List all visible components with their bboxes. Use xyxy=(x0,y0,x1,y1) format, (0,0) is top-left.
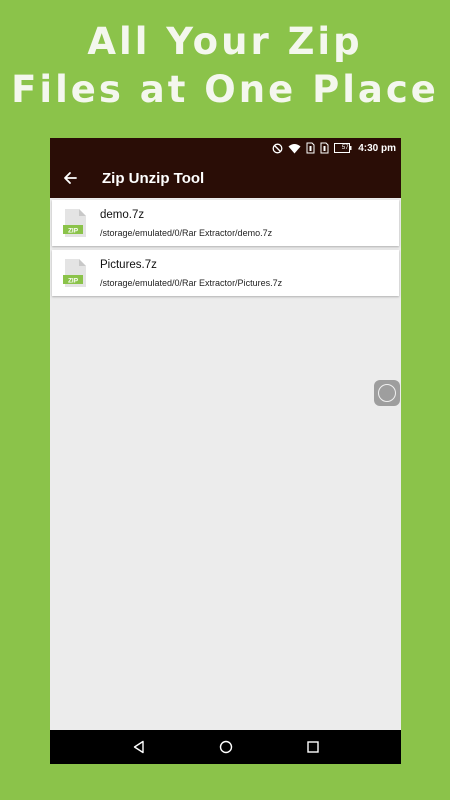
file-path: /storage/emulated/0/Rar Extractor/Pictur… xyxy=(100,278,283,288)
headline-line-1: All Your Zip xyxy=(87,20,363,63)
zip-icon-label: ZIP xyxy=(68,277,79,284)
do-not-disturb-icon xyxy=(272,143,283,154)
wifi-icon xyxy=(288,143,301,154)
back-arrow-icon[interactable] xyxy=(50,158,90,198)
file-item-demo[interactable]: ZIP demo.7z /storage/emulated/0/Rar Extr… xyxy=(52,200,399,246)
assistive-circle-icon xyxy=(378,384,396,402)
zip-icon-label: ZIP xyxy=(68,227,79,234)
recents-square-icon[interactable] xyxy=(298,732,328,762)
headline-line-2: Files at One Place xyxy=(11,68,439,111)
file-name: Pictures.7z xyxy=(100,259,157,271)
file-name: demo.7z xyxy=(100,209,145,221)
home-circle-icon[interactable] xyxy=(211,732,241,762)
battery-level: 57 xyxy=(341,145,349,151)
zip-file-icon: ZIP xyxy=(52,200,98,246)
back-triangle-icon[interactable] xyxy=(124,732,154,762)
toolbar-title: Zip Unzip Tool xyxy=(102,169,205,187)
file-list: ZIP demo.7z /storage/emulated/0/Rar Extr… xyxy=(50,198,401,296)
promo-headline: All Your Zip Files at One Place xyxy=(0,18,450,114)
file-item-pictures[interactable]: ZIP Pictures.7z /storage/emulated/0/Rar … xyxy=(52,250,399,296)
phone-screen: 57 4:30 pm Zip Unzip Tool ZIP demo.7z /s… xyxy=(50,138,401,764)
floating-assistive-button[interactable] xyxy=(374,380,400,406)
sim1-icon xyxy=(306,142,315,154)
status-time: 4:30 pm xyxy=(358,142,396,154)
zip-file-icon: ZIP xyxy=(52,250,98,296)
app-toolbar: Zip Unzip Tool xyxy=(50,158,401,198)
system-nav-bar xyxy=(50,730,401,764)
status-bar: 57 4:30 pm xyxy=(50,138,401,158)
sim2-icon xyxy=(320,142,329,154)
file-path: /storage/emulated/0/Rar Extractor/demo.7… xyxy=(100,228,273,238)
